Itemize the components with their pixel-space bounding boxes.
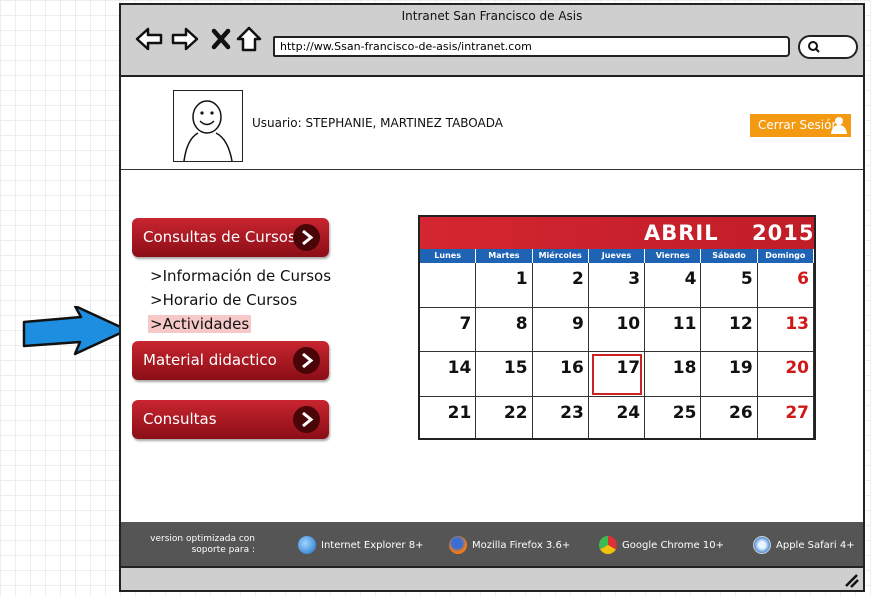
consultas-label: Consultas: [143, 410, 217, 428]
calendar-year: 2015: [752, 221, 815, 245]
calendar-day[interactable]: 24: [589, 396, 646, 438]
browser-chrome: Google Chrome 10+: [599, 536, 724, 554]
calendar-day[interactable]: 7: [420, 307, 477, 352]
chevron-right-icon: [293, 347, 320, 374]
address-bar[interactable]: http://ww.Ssan-francisco-de-asis/intrane…: [273, 36, 790, 57]
calendar-day[interactable]: 27: [758, 396, 814, 438]
browser-ie-label: Internet Explorer 8+: [321, 540, 424, 551]
calendar-day[interactable]: 14: [420, 352, 477, 397]
day-of-week-header: Miércoles: [532, 249, 588, 263]
browser-firefox: Mozilla Firefox 3.6+: [449, 536, 570, 554]
logout-label: Cerrar Sesión: [758, 118, 840, 132]
pointer-arrow-icon: [22, 306, 129, 356]
calendar-day[interactable]: 25: [645, 396, 702, 438]
chevron-right-icon: [293, 224, 320, 251]
submenu-actividades[interactable]: >Actividades: [148, 315, 252, 333]
browser-ie: Internet Explorer 8+: [298, 536, 423, 554]
material-didactico-label: Material didactico: [143, 351, 277, 369]
internet-explorer-icon: [298, 536, 316, 554]
browser-firefox-label: Mozilla Firefox 3.6+: [472, 540, 571, 551]
user-name: Usuario: STEPHANIE, MARTINEZ TABOADA: [252, 116, 503, 130]
forward-arrow-icon[interactable]: [170, 25, 200, 53]
browser-window: Intranet San Francisco de Asis http://ww…: [119, 3, 865, 592]
user-header: Usuario: STEPHANIE, MARTINEZ TABOADA Cer…: [121, 77, 863, 170]
calendar-day[interactable]: 22: [476, 396, 533, 438]
day-of-week-header: Martes: [476, 249, 532, 263]
calendar-day[interactable]: 12: [701, 307, 758, 352]
calendar-day[interactable]: 2: [532, 263, 589, 308]
user-avatar: [173, 90, 243, 162]
submenu-horario-cursos[interactable]: >Horario de Cursos: [150, 291, 297, 309]
today-highlight: [591, 354, 643, 395]
resize-grip-icon[interactable]: [843, 572, 859, 588]
logout-button[interactable]: Cerrar Sesión: [750, 114, 851, 137]
submenu-info-cursos[interactable]: >Información de Cursos: [150, 267, 331, 285]
calendar-day[interactable]: 1: [476, 263, 533, 308]
calendar-month: ABRIL: [644, 221, 719, 245]
calendar-header: ABRIL 2015: [420, 217, 814, 249]
calendar-day[interactable]: 8: [476, 307, 533, 352]
calendar-day[interactable]: 19: [701, 352, 758, 397]
search-icon: [808, 41, 820, 53]
calendar-day[interactable]: 16: [532, 352, 589, 397]
calendar-day[interactable]: 21: [420, 396, 477, 438]
material-didactico-button[interactable]: Material didactico: [132, 341, 329, 380]
browser-safari-label: Apple Safari 4+: [776, 540, 855, 551]
calendar-empty-cell: [420, 263, 477, 308]
chevron-right-icon: [293, 406, 320, 433]
user-icon: [831, 117, 847, 134]
calendar-day[interactable]: 6: [757, 263, 814, 308]
chrome-icon: [599, 536, 617, 554]
firefox-icon: [449, 536, 467, 554]
calendar-day[interactable]: 20: [757, 352, 814, 397]
browser-chrome-label: Google Chrome 10+: [622, 540, 724, 551]
browser-support-footer: version optimizada con soporte para : In…: [121, 522, 863, 566]
calendar-day[interactable]: 13: [757, 307, 814, 352]
window-title: Intranet San Francisco de Asis: [401, 9, 583, 23]
calendar-day[interactable]: 10: [588, 307, 646, 352]
day-of-week-header: Viernes: [645, 249, 701, 263]
search-box[interactable]: [798, 35, 858, 59]
consultas-cursos-label: Consultas de Cursos: [143, 228, 296, 246]
consultas-cursos-button[interactable]: Consultas de Cursos: [132, 218, 329, 257]
day-of-week-header: Lunes: [420, 249, 476, 263]
back-arrow-icon[interactable]: [134, 25, 164, 53]
status-bar: [121, 566, 863, 590]
calendar-day[interactable]: 26: [701, 396, 758, 438]
avatar-icon: [183, 100, 233, 162]
footer-note: version optimizada con soporte para :: [150, 534, 255, 555]
calendar-day[interactable]: 4: [645, 263, 702, 308]
calendar-day[interactable]: 9: [532, 307, 589, 352]
calendar-day[interactable]: 3: [588, 263, 646, 308]
day-of-week-header: Sábado: [701, 249, 757, 263]
calendar: ABRIL 2015 Lunes Martes Miércoles Jueves Vie…: [418, 215, 816, 440]
calendar-day[interactable]: 15: [476, 352, 533, 397]
calendar-day[interactable]: 5: [701, 263, 758, 308]
browser-chrome: Intranet San Francisco de Asis http://ww…: [121, 5, 863, 77]
home-icon[interactable]: [234, 25, 264, 53]
close-icon[interactable]: [207, 25, 237, 53]
day-of-week-header: Domingo: [757, 249, 813, 263]
browser-safari: Apple Safari 4+: [753, 536, 855, 554]
consultas-button[interactable]: Consultas: [132, 400, 329, 439]
calendar-day[interactable]: 18: [645, 352, 702, 397]
day-of-week-header: Jueves: [588, 249, 645, 263]
safari-icon: [753, 536, 771, 554]
calendar-day[interactable]: 23: [533, 396, 589, 438]
calendar-day[interactable]: 11: [645, 307, 702, 352]
